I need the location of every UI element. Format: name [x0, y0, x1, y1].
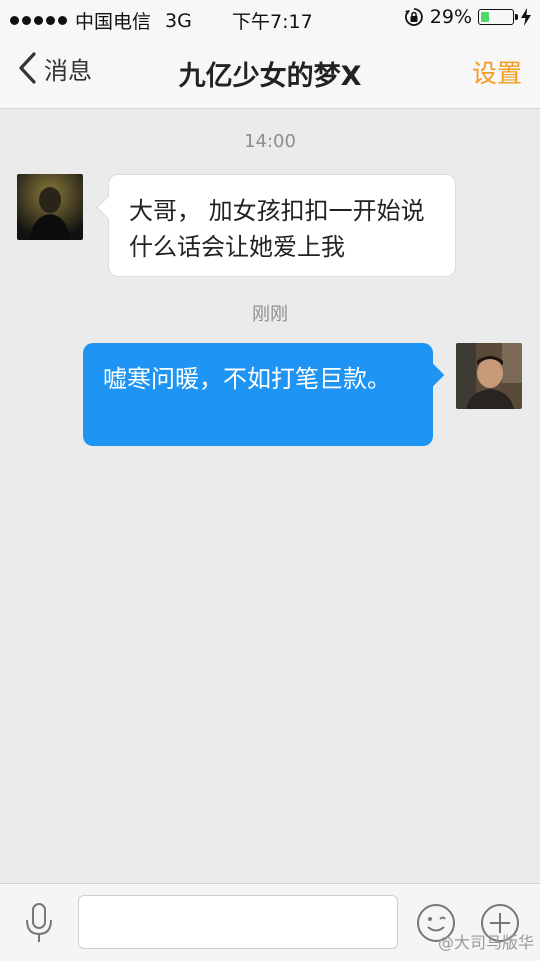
outgoing-message-bubble[interactable]: 嘘寒问暖，不如打笔巨款。 [83, 343, 433, 446]
message-input[interactable] [78, 895, 398, 949]
status-right: 29% [404, 6, 532, 28]
network-type: 3G [165, 9, 192, 32]
nav-bar: 消息 九亿少女的梦X 设置 [0, 36, 540, 109]
settings-button[interactable]: 设置 [472, 54, 522, 90]
watermark: @大司马版华 [437, 933, 534, 952]
battery-icon [478, 9, 518, 25]
timestamp: 14:00 [244, 131, 296, 152]
incoming-message-text: 大哥， 加女孩扣扣一开始说什么话会让她爱上我 [129, 197, 425, 261]
signal-strength-icon [10, 16, 67, 25]
rotation-lock-icon [404, 8, 423, 26]
input-bar: @大司马版华 [0, 883, 540, 961]
status-time: 下午7:17 [232, 11, 313, 33]
incoming-message-bubble[interactable]: 大哥， 加女孩扣扣一开始说什么话会让她爱上我 [108, 174, 456, 277]
contact-avatar[interactable] [17, 174, 83, 240]
my-avatar[interactable] [456, 343, 522, 409]
status-bar: 中国电信 3G 下午7:17 29% [0, 0, 540, 36]
chat-area[interactable]: 14:00 大哥， 加女孩扣扣一开始说什么话会让她爱上我 刚刚 嘘寒问暖，不如打… [0, 109, 540, 883]
timestamp: 刚刚 [252, 304, 288, 325]
carrier-name: 中国电信 [75, 11, 152, 33]
charging-bolt-icon [521, 8, 531, 26]
contact-avatar-image [17, 174, 83, 240]
status-left: 中国电信 3G [10, 7, 192, 34]
microphone-icon[interactable] [20, 902, 58, 944]
outgoing-message-text: 嘘寒问暖，不如打笔巨款。 [103, 365, 391, 393]
battery-level-fill [481, 12, 489, 22]
my-avatar-image [456, 343, 522, 409]
page-title: 九亿少女的梦X [178, 61, 362, 92]
battery-percent: 29% [429, 6, 472, 28]
